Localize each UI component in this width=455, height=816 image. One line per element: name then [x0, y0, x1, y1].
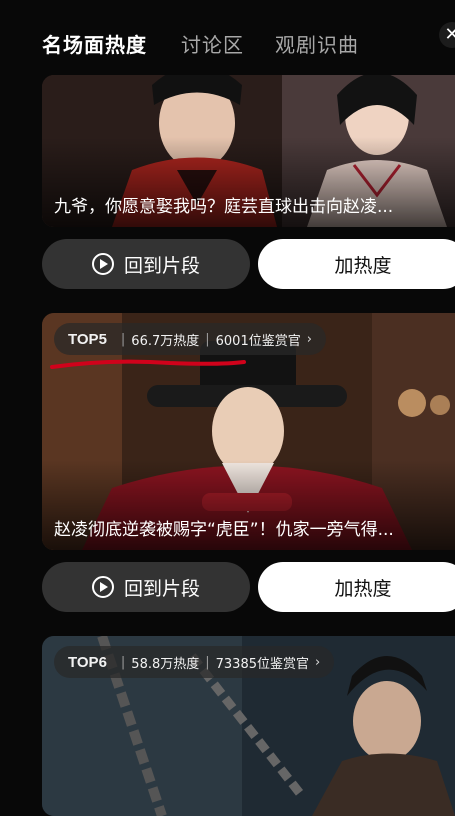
play-icon	[91, 253, 114, 275]
chevron-right-icon: ›	[315, 654, 321, 670]
add-heat-label: 加热度	[334, 254, 392, 277]
scene-card[interactable]: TOP5 | 66.7万热度 | 6001位鉴赏官 › 赵凌彻底逆袭被赐字“虎臣…	[42, 313, 455, 550]
red-underline-annotation	[50, 359, 246, 369]
ranking-badge[interactable]: TOP6 | 58.8万热度 | 73385位鉴赏官 ›	[54, 646, 335, 678]
heat-count: 66.7万热度	[131, 333, 200, 349]
add-heat-label: 加热度	[334, 577, 392, 600]
scene-caption: 九爷，你愿意娶我吗？庭芸直球出击向赵凌...	[54, 197, 394, 217]
chevron-right-icon: ›	[306, 331, 312, 347]
replay-clip-button[interactable]: 回到片段	[42, 562, 250, 612]
viewer-count: 6001位鉴赏官	[215, 333, 301, 349]
play-icon	[91, 576, 114, 598]
divider: |	[120, 654, 126, 670]
ranking-badge[interactable]: TOP5 | 66.7万热度 | 6001位鉴赏官 ›	[54, 323, 326, 355]
replay-clip-button[interactable]: 回到片段	[42, 239, 250, 289]
rank-label: TOP5	[68, 330, 107, 348]
add-heat-button[interactable]: 加热度	[258, 239, 455, 289]
scene-card[interactable]: TOP6 | 58.8万热度 | 73385位鉴赏官 ›	[42, 636, 455, 816]
scene-caption: 赵凌彻底逆袭被赐字“虎臣”！仇家一旁气得...	[54, 520, 394, 540]
close-icon[interactable]: ✕	[439, 22, 455, 48]
tab-music-recognition[interactable]: 观剧识曲	[275, 29, 359, 58]
divider: |	[120, 331, 126, 347]
heat-count: 58.8万热度	[131, 656, 200, 672]
replay-label: 回到片段	[123, 254, 200, 277]
scene-card[interactable]: 九爷，你愿意娶我吗？庭芸直球出击向赵凌...	[42, 75, 455, 227]
divider: |	[205, 654, 210, 670]
tab-discussion[interactable]: 讨论区	[181, 29, 244, 58]
rank-label: TOP6	[68, 653, 107, 671]
add-heat-button[interactable]: 加热度	[258, 562, 455, 612]
header: 名场面热度 讨论区 观剧识曲 ✕	[0, 0, 455, 75]
divider: |	[205, 331, 210, 347]
viewer-count: 73385位鉴赏官	[215, 656, 309, 672]
replay-label: 回到片段	[123, 577, 200, 600]
tab-famous-scenes[interactable]: 名场面热度	[42, 29, 147, 58]
